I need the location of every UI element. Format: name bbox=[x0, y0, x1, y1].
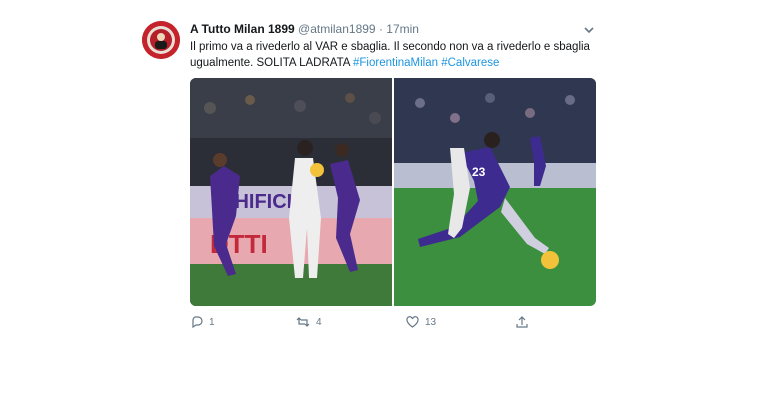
retweet-icon bbox=[296, 316, 310, 328]
share-button[interactable] bbox=[516, 316, 528, 328]
tweet-text: Il primo va a rivederlo al VAR e sbaglia… bbox=[190, 39, 590, 71]
reply-button[interactable]: 1 bbox=[190, 316, 215, 328]
chevron-down-icon[interactable] bbox=[583, 23, 595, 35]
retweet-count: 4 bbox=[316, 316, 322, 328]
retweet-button[interactable]: 4 bbox=[296, 316, 322, 328]
hashtag-fiorentinamilan[interactable]: #FiorentinaMilan bbox=[353, 57, 438, 69]
tweet-header: A Tutto Milan 1899 @atmilan1899 · 17min bbox=[190, 22, 419, 36]
player-number: 23 bbox=[472, 165, 486, 179]
tweet-timestamp[interactable]: 17min bbox=[386, 22, 419, 36]
share-icon bbox=[516, 316, 528, 328]
tweet-media[interactable]: CHIFICIO DTTI 23 bbox=[190, 78, 596, 306]
like-button[interactable]: 13 bbox=[406, 316, 436, 328]
tweet-actions: 1 4 13 bbox=[190, 316, 530, 332]
tweet-card: A Tutto Milan 1899 @atmilan1899 · 17min … bbox=[135, 12, 605, 332]
reply-count: 1 bbox=[209, 316, 215, 328]
media-image-left: CHIFICIO DTTI bbox=[190, 78, 392, 306]
separator-dot: · bbox=[378, 22, 383, 36]
author-handle[interactable]: @atmilan1899 bbox=[298, 22, 376, 36]
like-count: 13 bbox=[425, 316, 437, 328]
reply-icon bbox=[190, 316, 203, 328]
hashtag-calvarese[interactable]: #Calvarese bbox=[441, 57, 499, 69]
media-image-right: 23 bbox=[394, 78, 596, 306]
author-name[interactable]: A Tutto Milan 1899 bbox=[190, 22, 295, 36]
like-icon bbox=[406, 316, 419, 328]
author-avatar[interactable] bbox=[142, 21, 180, 59]
